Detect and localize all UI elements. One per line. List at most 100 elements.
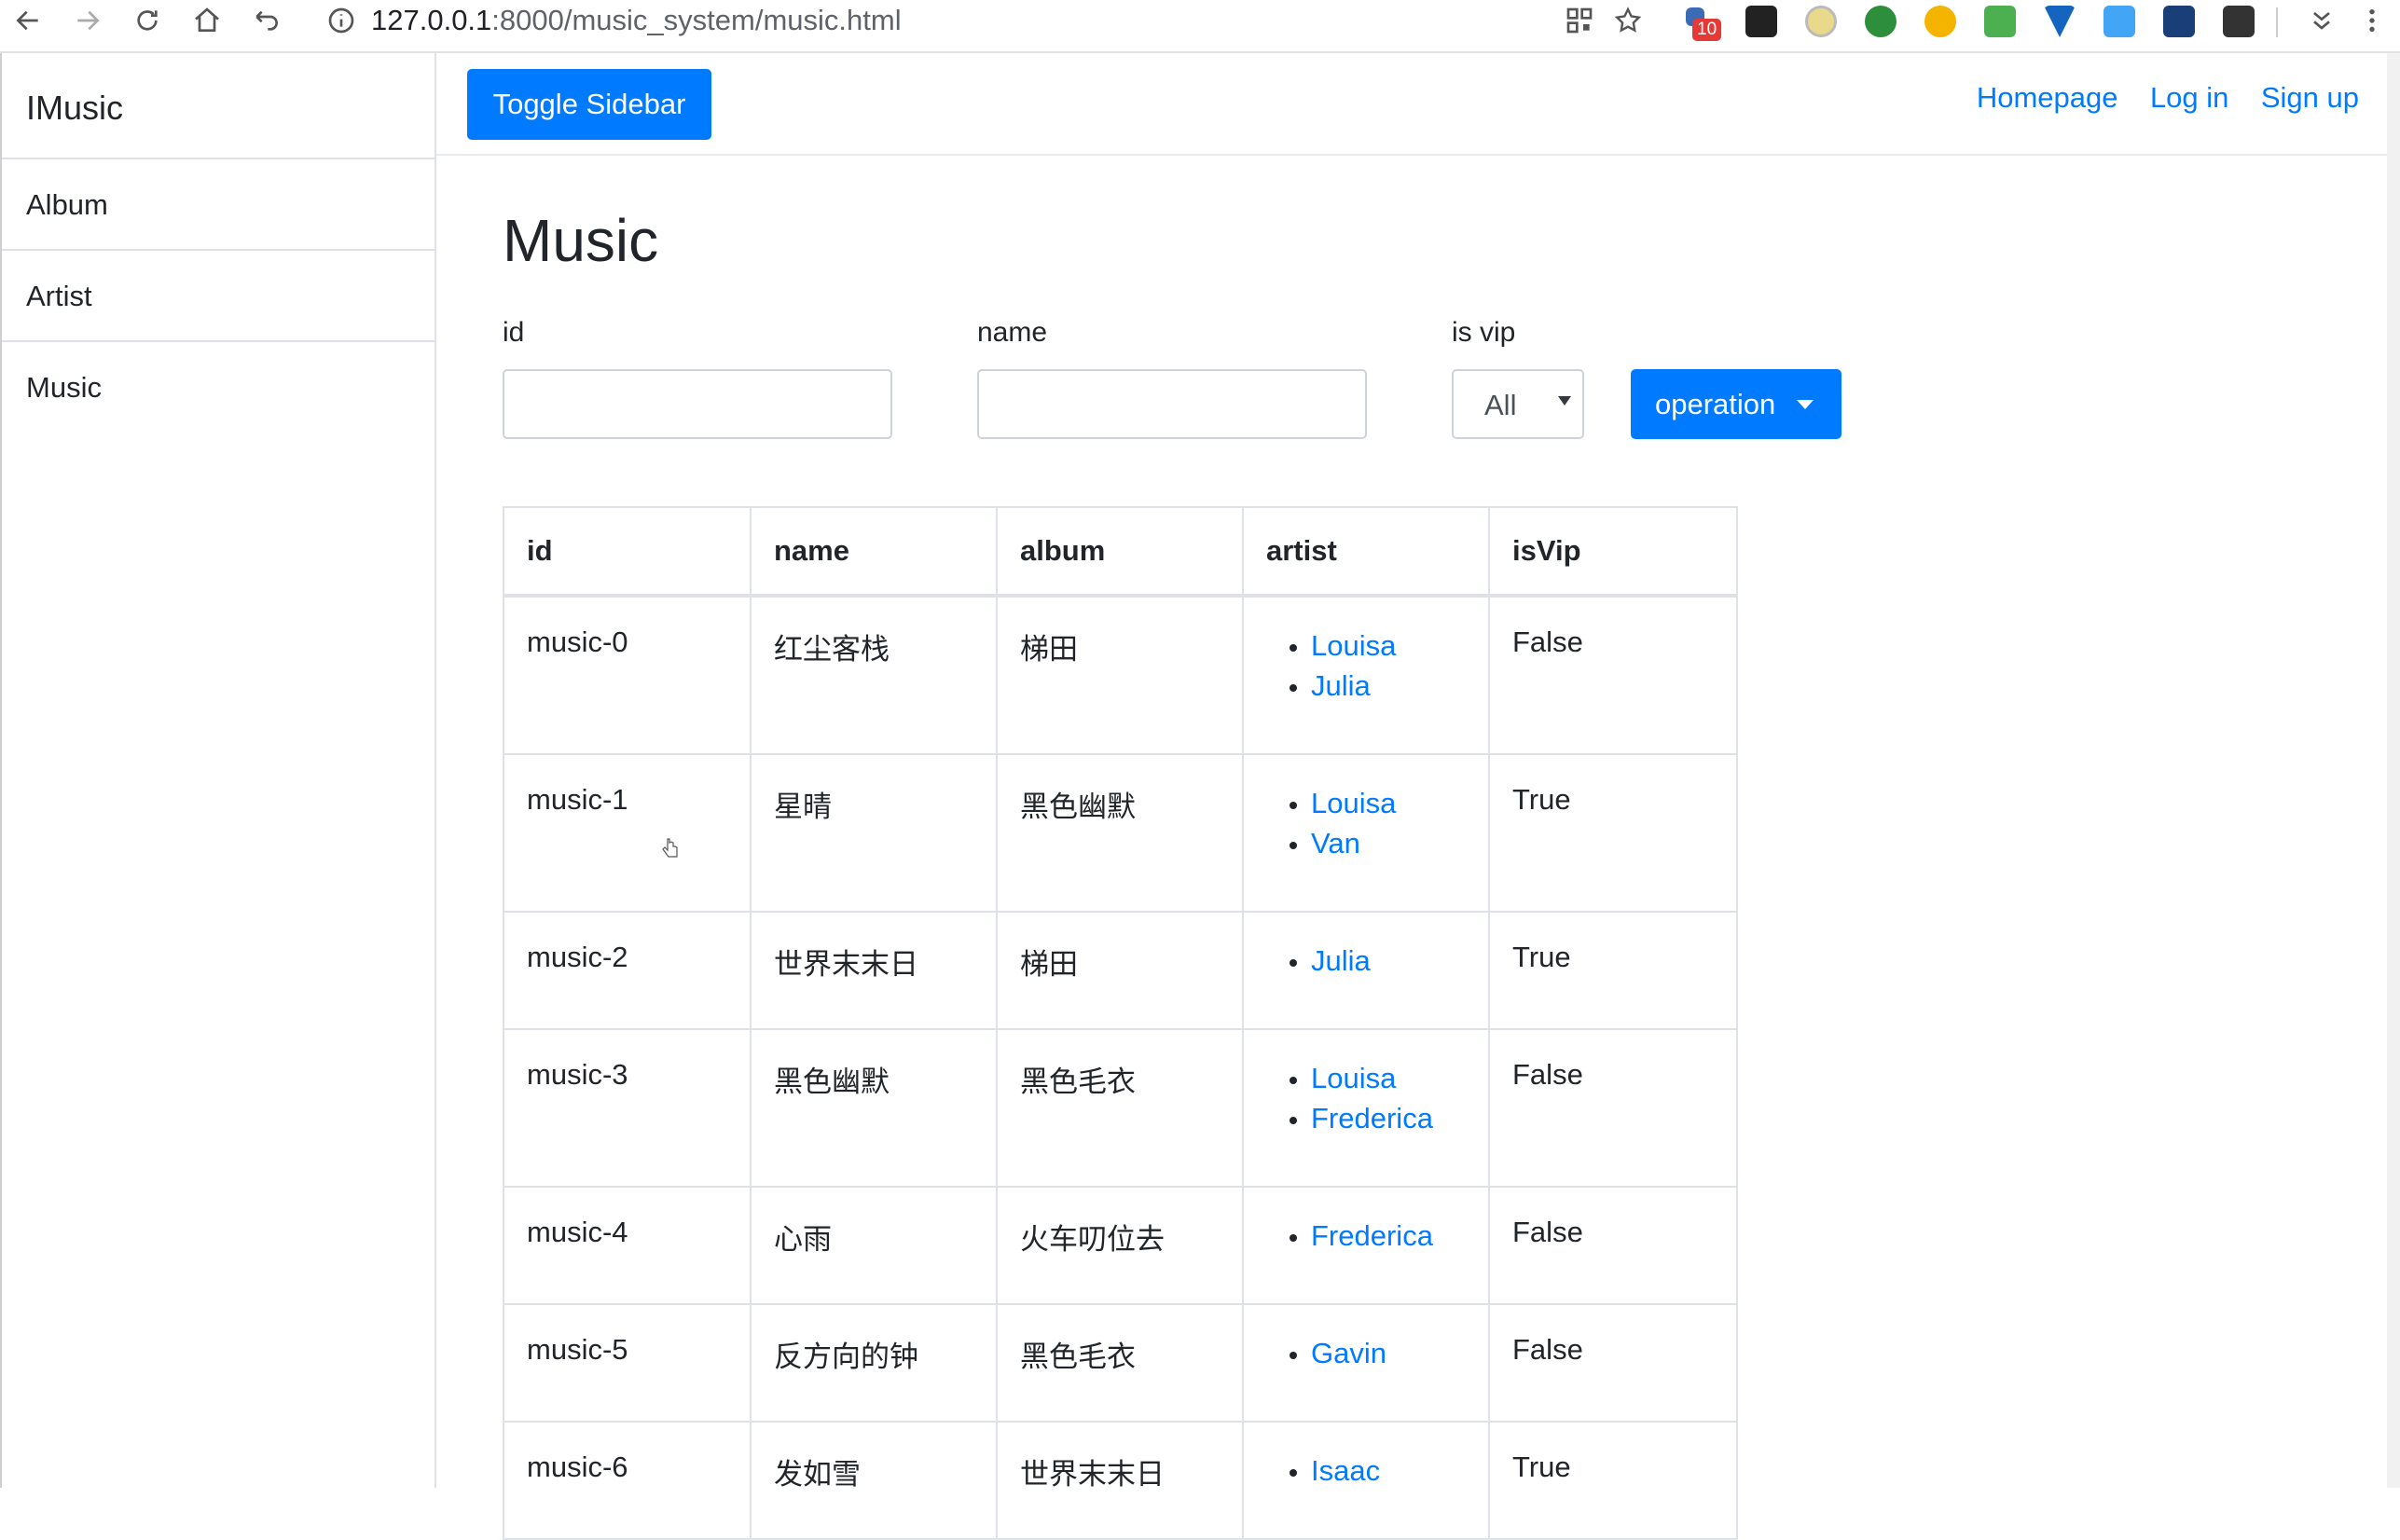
cell-id: music-2 [503, 911, 752, 1030]
cell-artist: Louisa Frederica [1242, 1028, 1490, 1188]
extension-icon-5[interactable] [1924, 6, 1956, 37]
cell-id: music-1 [503, 753, 752, 913]
table-row: music-5 反方向的钟 黑色毛衣 Gavin False [503, 1303, 1738, 1423]
artist-link[interactable]: Gavin [1311, 1337, 1386, 1369]
page-scrollbar[interactable] [2387, 53, 2400, 1488]
table-row: music-4 心雨 火车叨位去 Frederica False [503, 1186, 1738, 1305]
extension-icon-8[interactable] [2103, 6, 2135, 37]
name-filter-input[interactable] [977, 369, 1367, 439]
homepage-link[interactable]: Homepage [1977, 81, 2118, 114]
cell-name: 反方向的钟 [750, 1303, 998, 1423]
cell-isvip: True [1488, 1421, 1738, 1540]
artist-link[interactable]: Frederica [1311, 1102, 1433, 1134]
nav-links: Homepage Log in Sign up [1949, 81, 2359, 115]
extension-icon-9[interactable] [2163, 6, 2195, 37]
caret-down-icon [1797, 400, 1814, 409]
toggle-sidebar-button[interactable]: Toggle Sidebar [467, 69, 711, 140]
menu-dots-icon[interactable] [2355, 6, 2389, 39]
forward-icon[interactable] [71, 6, 104, 39]
login-link[interactable]: Log in [2150, 81, 2228, 114]
sidebar: IMusic Album Artist Music [0, 53, 436, 1488]
main-content: Music id name is vip All operation id na… [436, 156, 2400, 1540]
cell-album: 黑色幽默 [996, 753, 1244, 913]
url-host: 127.0.0.1 [371, 4, 492, 36]
back-icon[interactable] [11, 6, 45, 39]
select-caret-icon [1558, 396, 1571, 406]
cell-name: 发如雪 [750, 1421, 998, 1540]
cell-isvip: True [1488, 911, 1738, 1030]
cell-album: 梯田 [996, 595, 1244, 755]
cell-name: 星晴 [750, 753, 998, 913]
operation-label: operation [1655, 387, 1776, 420]
download-icon[interactable] [2223, 6, 2255, 37]
artist-link[interactable]: Louisa [1311, 1062, 1396, 1094]
extension-icon-7[interactable] [2044, 6, 2076, 37]
cell-album: 黑色毛衣 [996, 1028, 1244, 1188]
cell-artist: Louisa Van [1242, 753, 1490, 913]
home-icon[interactable] [190, 6, 224, 39]
page-title: Music [503, 207, 659, 274]
name-filter-label: name [977, 317, 1048, 348]
table-row: music-3 黑色幽默 黑色毛衣 Louisa Frederica False [503, 1028, 1738, 1188]
artist-link[interactable]: Julia [1311, 669, 1371, 702]
cell-artist: Louisa Julia [1242, 595, 1490, 755]
cell-isvip: False [1488, 1028, 1738, 1188]
signup-link[interactable]: Sign up [2261, 81, 2359, 114]
cell-name: 黑色幽默 [750, 1028, 998, 1188]
brand-title: IMusic [2, 53, 434, 159]
id-filter-label: id [503, 317, 525, 348]
cell-id: music-4 [503, 1186, 752, 1305]
column-header-id: id [503, 506, 752, 598]
table-row: music-1 星晴 黑色幽默 Louisa Van True [503, 753, 1738, 913]
chevron-down-icon[interactable] [2305, 6, 2338, 39]
isvip-filter-label: is vip [1452, 317, 1516, 348]
cell-artist: Isaac [1242, 1421, 1490, 1540]
cell-isvip: True [1488, 753, 1738, 913]
sidebar-item-music[interactable]: Music [2, 342, 434, 433]
table-row: music-0 红尘客栈 梯田 Louisa Julia False [503, 595, 1738, 755]
cell-id: music-6 [503, 1421, 752, 1540]
hand-cursor-icon [662, 838, 678, 858]
sidebar-item-album[interactable]: Album [2, 159, 434, 251]
id-filter-input[interactable] [503, 369, 892, 439]
artist-link[interactable]: Frederica [1311, 1219, 1433, 1252]
extension-icon-6[interactable] [1984, 6, 2016, 37]
sidebar-item-artist[interactable]: Artist [2, 251, 434, 342]
site-info-icon[interactable] [326, 6, 356, 35]
column-header-album: album [996, 506, 1244, 598]
top-navbar: Toggle Sidebar Homepage Log in Sign up [436, 53, 2400, 156]
undo-icon[interactable] [250, 6, 283, 39]
browser-toolbar: 127.0.0.1:8000/music_system/music.html 1… [0, 0, 2400, 53]
column-header-artist: artist [1242, 506, 1490, 598]
extension-icon-2[interactable] [1745, 6, 1777, 37]
column-header-isvip: isVip [1488, 506, 1738, 598]
artist-link[interactable]: Julia [1311, 944, 1371, 977]
cell-name: 心雨 [750, 1186, 998, 1305]
artist-link[interactable]: Louisa [1311, 787, 1396, 819]
artist-link[interactable]: Louisa [1311, 629, 1396, 662]
address-bar[interactable]: 127.0.0.1:8000/music_system/music.html [371, 2, 902, 39]
cell-artist: Julia [1242, 911, 1490, 1030]
extension-icon-3[interactable] [1805, 6, 1837, 37]
table-header-row: id name album artist isVip [503, 506, 1738, 598]
cell-album: 世界末末日 [996, 1421, 1244, 1540]
qr-code-icon[interactable] [1563, 6, 1596, 39]
artist-link[interactable]: Isaac [1311, 1454, 1380, 1487]
isvip-selected-value: All [1484, 389, 1517, 421]
cell-id: music-3 [503, 1028, 752, 1188]
cell-id: music-5 [503, 1303, 752, 1423]
cell-album: 梯田 [996, 911, 1244, 1030]
bookmark-star-icon[interactable] [1611, 6, 1645, 39]
cell-artist: Gavin [1242, 1303, 1490, 1423]
reload-icon[interactable] [131, 6, 164, 39]
artist-link[interactable]: Van [1311, 827, 1360, 859]
cell-isvip: False [1488, 595, 1738, 755]
table-row: music-6 发如雪 世界末末日 Isaac True [503, 1421, 1738, 1540]
extension-badge: 10 [1692, 19, 1722, 41]
cell-id: music-0 [503, 595, 752, 755]
isvip-select[interactable]: All [1452, 369, 1584, 439]
operation-dropdown-button[interactable]: operation [1631, 369, 1841, 439]
cell-album: 火车叨位去 [996, 1186, 1244, 1305]
cell-artist: Frederica [1242, 1186, 1490, 1305]
extension-icon-4[interactable] [1865, 6, 1897, 37]
